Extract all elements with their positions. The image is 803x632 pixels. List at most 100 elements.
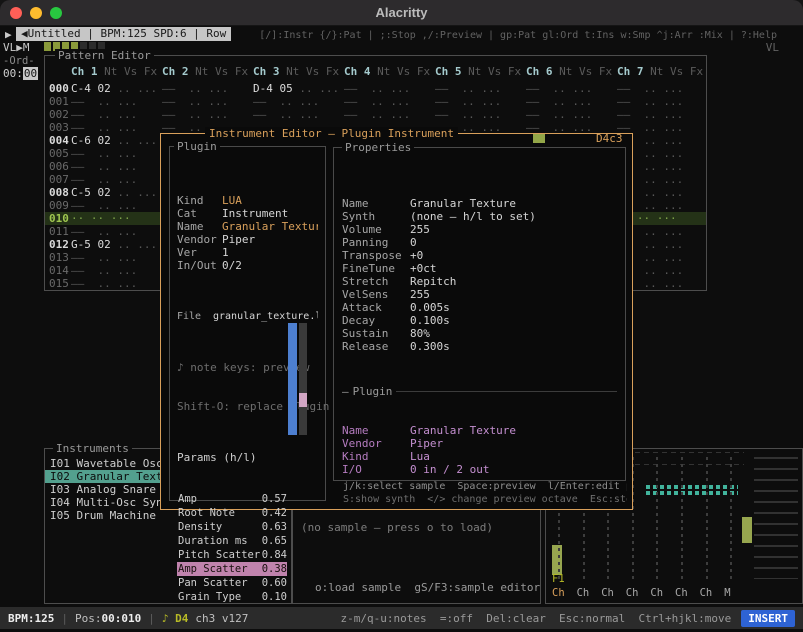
param-row[interactable]: Density0.63 (177, 520, 287, 534)
pattern-cell[interactable]: —— .. ... (71, 173, 162, 186)
song-tab[interactable]: ◀Untitled | BPM:125 SPD:6 | Row (16, 27, 231, 41)
param-row[interactable]: Grain Type0.10 (177, 590, 287, 604)
channel-header[interactable]: Ch 1 Nt Vs Fx (71, 65, 162, 78)
pattern-cell[interactable]: ·· ·· ··· (71, 212, 162, 225)
pattern-cell[interactable]: —— .. ... (71, 121, 162, 134)
mixer-channel-label[interactable]: Ch (700, 587, 713, 600)
cell-rest: .. ... (111, 186, 157, 199)
param-row[interactable]: Pitch Scatter0.84 (177, 548, 287, 562)
pattern-cell[interactable]: —— .. ... (162, 95, 253, 108)
channel-header[interactable]: Ch 6 Nt Vs Fx (526, 65, 617, 78)
param-row[interactable]: Root Note0.42 (177, 506, 287, 520)
row-number: 000 (45, 82, 71, 95)
field-label: Panning (342, 236, 410, 249)
cell-note: C-5 02 (71, 186, 111, 199)
pattern-cell[interactable]: —— .. ... (71, 277, 162, 290)
pattern-cell[interactable]: —— .. ... (71, 95, 162, 108)
channel-name: Ch 2 (162, 65, 189, 78)
pattern-cell[interactable]: G-5 02 .. ... (71, 238, 162, 251)
pattern-cell[interactable]: —— .. ... (526, 82, 617, 95)
pattern-row[interactable]: 000C-4 02 .. ...—— .. ...D-4 05 .. ...——… (45, 82, 706, 95)
mixer-channel-label[interactable]: Ch (650, 587, 663, 600)
dialog-help-line-1: j/k:select sample Space:preview l/Enter:… (343, 480, 627, 493)
mixer-channel-label[interactable]: Ch (675, 587, 688, 600)
pattern-cell[interactable]: D-4 05 .. ... (253, 82, 344, 95)
pattern-cell[interactable]: —— .. ... (71, 264, 162, 277)
pattern-cell[interactable]: —— .. ... (617, 95, 708, 108)
mixer-channel-label[interactable]: Ch (577, 587, 590, 600)
fader-handle-ch1[interactable] (552, 545, 562, 575)
pattern-cell[interactable]: —— .. ... (71, 225, 162, 238)
field-value: Piper (222, 233, 255, 246)
cell-empty: —— .. ... (435, 82, 501, 95)
field-row: Volume255 (342, 223, 617, 236)
cell-empty: —— .. ... (71, 225, 137, 238)
pattern-cell[interactable]: —— .. ... (71, 251, 162, 264)
mixer-channel-label[interactable]: M (724, 587, 730, 600)
param-value: 0.63 (262, 520, 287, 534)
channel-header[interactable]: Ch 3 Nt Vs Fx (253, 65, 344, 78)
pattern-cell[interactable]: —— .. ... (617, 108, 708, 121)
row-number: 003 (45, 121, 71, 134)
field-label: Kind (177, 194, 222, 207)
field-value: 0 (410, 236, 417, 249)
field-label: Synth (342, 210, 410, 223)
pattern-cell[interactable]: —— .. ... (435, 82, 526, 95)
channel-header[interactable]: Ch 7 Nt Vs Fx (617, 65, 708, 78)
param-row[interactable]: Amp Scatter0.38 (177, 562, 287, 576)
channel-header[interactable]: Ch 5 Nt Vs Fx (435, 65, 526, 78)
mixer-channel-label[interactable]: Ch (626, 587, 639, 600)
sample-help-text: o:load sample gS/F3:sample editor (315, 581, 540, 594)
pattern-cell[interactable]: —— .. ... (162, 82, 253, 95)
pattern-cell[interactable]: —— .. ... (71, 160, 162, 173)
pattern-cell[interactable]: —— .. ... (71, 108, 162, 121)
bpm-label: BPM: (8, 612, 35, 625)
mixer-right-grid (754, 457, 798, 579)
play-icon[interactable]: ▶ (5, 28, 12, 41)
row-number: 008 (45, 186, 71, 199)
pattern-cell[interactable]: —— .. ... (253, 108, 344, 121)
field-label: Vendor (342, 437, 410, 450)
field-label: Name (342, 424, 410, 437)
fader-track (730, 457, 732, 579)
pattern-cell[interactable]: C-6 02 .. ... (71, 134, 162, 147)
param-row[interactable]: Duration ms0.65 (177, 534, 287, 548)
plugin-fields: KindLUACatInstrumentNameGranular Texture… (177, 194, 318, 272)
pattern-cell[interactable]: —— .. ... (526, 95, 617, 108)
field-label: Transpose (342, 249, 410, 262)
param-value-bar[interactable] (288, 323, 297, 435)
mixer-channel-label[interactable]: Ch (552, 587, 565, 600)
field-row: NameGranular Texture (342, 197, 617, 210)
pattern-cell[interactable]: —— .. ... (526, 108, 617, 121)
pattern-cell[interactable]: —— .. ... (162, 108, 253, 121)
row-number-spacer (45, 65, 71, 78)
pattern-cell[interactable]: —— .. ... (253, 95, 344, 108)
divider-label: Plugin (353, 385, 393, 398)
pattern-cell[interactable]: —— .. ... (435, 95, 526, 108)
pattern-cell[interactable]: —— .. ... (344, 95, 435, 108)
status-bar: BPM:125 | Pos:00:010 | ♪ D4 ch3 v127 z-m… (0, 607, 803, 629)
param-row[interactable]: Amp0.57 (177, 492, 287, 506)
pattern-cell[interactable]: —— .. ... (71, 147, 162, 160)
order-list-entry[interactable]: 00:00 (3, 67, 38, 80)
channel-header[interactable]: Ch 2 Nt Vs Fx (162, 65, 253, 78)
cell-empty: —— .. ... (71, 251, 137, 264)
param-scroll-thumb[interactable] (299, 393, 307, 407)
pattern-row[interactable]: 001—— .. ...—— .. ...—— .. ...—— .. ...—… (45, 95, 706, 108)
pattern-cell[interactable]: —— .. ... (617, 82, 708, 95)
pattern-cell[interactable]: —— .. ... (344, 82, 435, 95)
param-value: 0.57 (262, 492, 287, 506)
mixer-channel-label[interactable]: Ch (601, 587, 614, 600)
cell-note: C-6 02 (71, 134, 111, 147)
channel-header[interactable]: Ch 4 Nt Vs Fx (344, 65, 435, 78)
pattern-row[interactable]: 002—— .. ...—— .. ...—— .. ...—— .. ...—… (45, 108, 706, 121)
plugin-file-row: File granular_texture.lu (177, 310, 318, 323)
pattern-cell[interactable]: —— .. ... (71, 199, 162, 212)
pattern-cell[interactable]: —— .. ... (344, 108, 435, 121)
pattern-cell[interactable]: —— .. ... (435, 108, 526, 121)
param-row[interactable]: Pan Scatter0.60 (177, 576, 287, 590)
pattern-cell[interactable]: C-5 02 .. ... (71, 186, 162, 199)
fader-handle-master[interactable] (742, 517, 752, 543)
pattern-cell[interactable]: C-4 02 .. ... (71, 82, 162, 95)
param-scroll-track[interactable] (299, 323, 307, 435)
